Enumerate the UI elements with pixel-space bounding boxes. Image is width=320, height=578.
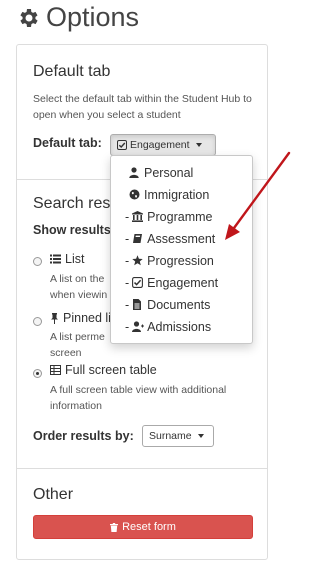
annotation-arrow	[225, 151, 291, 240]
